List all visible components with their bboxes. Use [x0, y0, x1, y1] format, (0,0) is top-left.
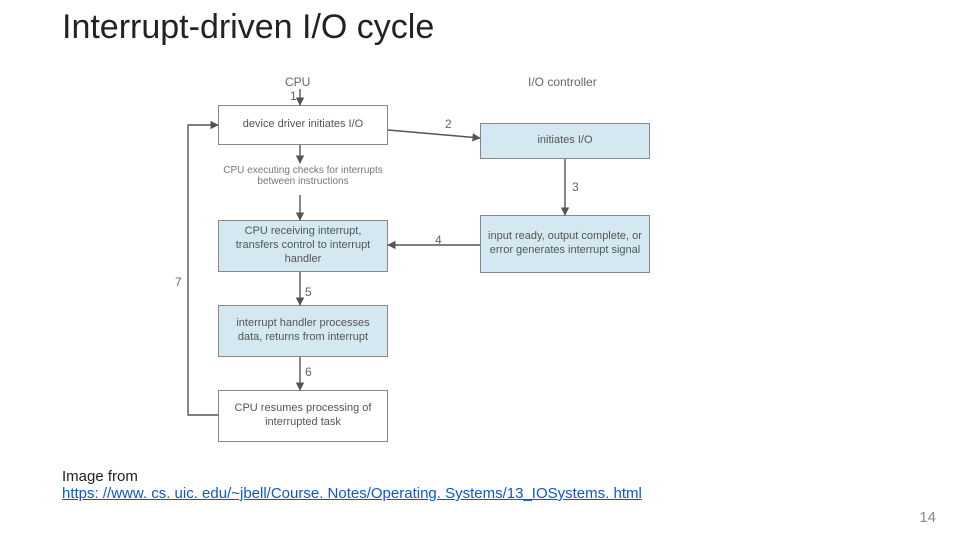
diagram-arrows — [170, 75, 720, 480]
page-number: 14 — [919, 509, 936, 526]
slide: Interrupt-driven I/O cycle CPU I/O contr… — [0, 0, 960, 540]
image-credit: Image from https: //www. cs. uic. edu/~j… — [62, 468, 642, 502]
io-cycle-diagram: CPU I/O controller 1 2 3 4 5 6 7 device … — [170, 75, 720, 480]
credit-prefix: Image from — [62, 468, 138, 485]
credit-link[interactable]: https: //www. cs. uic. edu/~jbell/Course… — [62, 485, 642, 502]
slide-title: Interrupt-driven I/O cycle — [62, 8, 434, 47]
